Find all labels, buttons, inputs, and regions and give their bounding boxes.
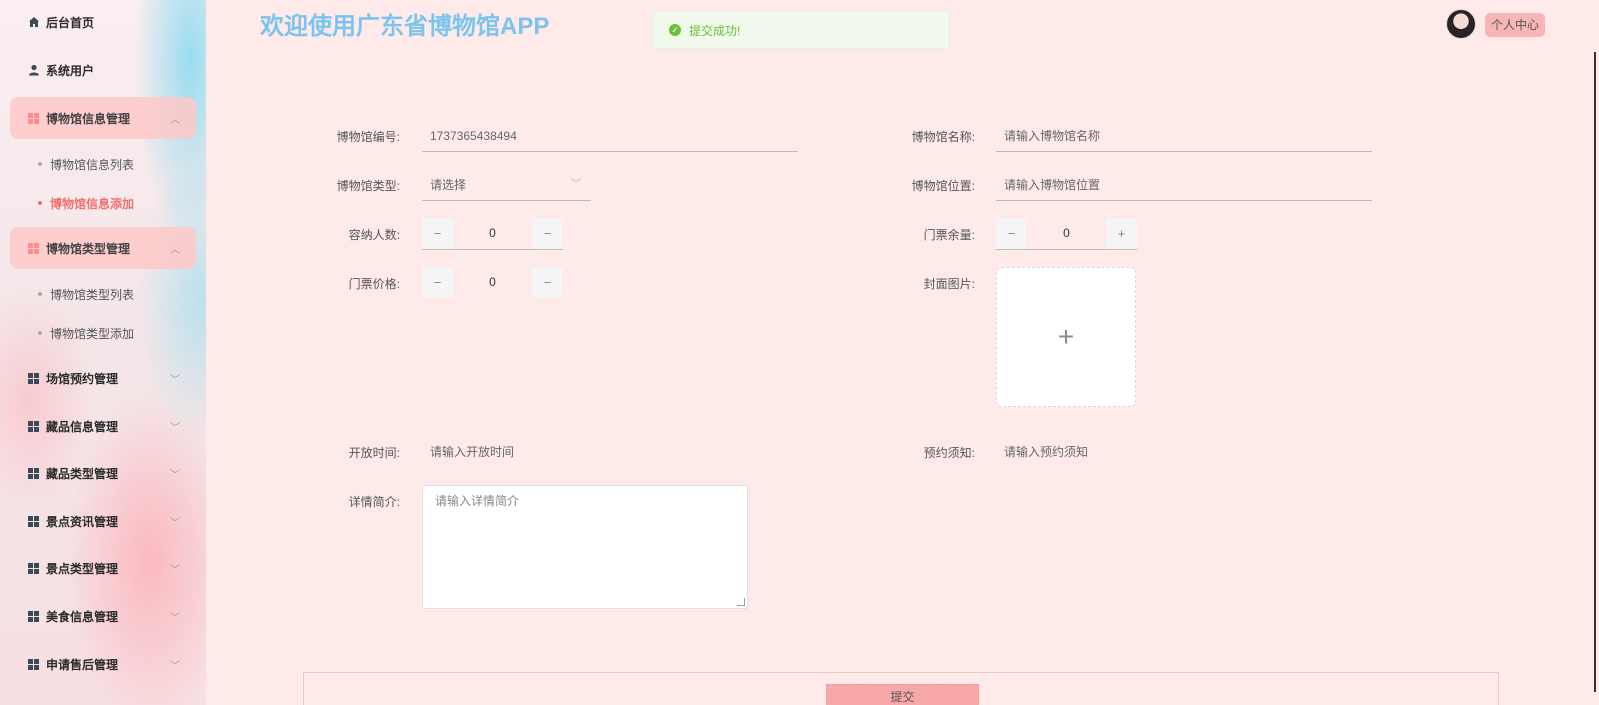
sidebar-item-label: 藏品类型管理 [46, 466, 119, 481]
sidebar-item-label: 景点资讯管理 [46, 514, 119, 529]
museum-location-input[interactable]: 请输入博物馆位置 [996, 169, 1372, 201]
increment-button[interactable]: + [1106, 218, 1137, 249]
grid-icon [28, 515, 39, 527]
ticket-price-stepper[interactable]: − 0 − [422, 267, 563, 299]
increment-button[interactable]: − [532, 267, 563, 298]
museum-location-label: 博物馆位置: [911, 179, 975, 193]
sidebar-subitem-label: 博物馆信息列表 [50, 157, 135, 172]
grid-icon [28, 242, 39, 254]
sidebar-item-collection-type[interactable]: 藏品类型管理 ﹀ [10, 453, 196, 493]
bullet-icon [38, 331, 42, 335]
sidebar-subitem-museum-info-add[interactable]: 博物馆信息添加 [38, 193, 134, 213]
submit-button[interactable]: 提交 [826, 684, 979, 705]
plus-icon: + [1057, 321, 1075, 352]
grid-icon [28, 372, 39, 384]
sidebar-subitem-museum-type-list[interactable]: 博物馆类型列表 [38, 284, 134, 304]
sidebar-item-label: 博物馆信息管理 [46, 111, 131, 126]
grid-icon [28, 610, 39, 622]
tickets-left-stepper[interactable]: − 0 + [996, 218, 1137, 250]
museum-type-label: 博物馆类型: [336, 179, 400, 193]
tickets-left-value[interactable]: 0 [1027, 218, 1106, 249]
sidebar-item-venue-booking[interactable]: 场馆预约管理 ﹀ [10, 358, 196, 398]
sidebar-item-system-users[interactable]: 系统用户 [10, 50, 196, 90]
decrement-button[interactable]: − [422, 218, 453, 249]
capacity-stepper[interactable]: − 0 − [422, 218, 563, 250]
open-time-input[interactable]: 请输入开放时间 [422, 436, 798, 468]
decrement-button[interactable]: − [996, 218, 1027, 249]
home-icon [29, 17, 39, 27]
sidebar-subitem-museum-info-list[interactable]: 博物馆信息列表 [38, 154, 134, 174]
sidebar-item-collection-info[interactable]: 藏品信息管理 ﹀ [10, 406, 196, 446]
sidebar-item-museum-info[interactable]: 博物馆信息管理 ︿ [10, 97, 196, 139]
sidebar: 后台首页 系统用户 博物馆信息管理 ︿ 博物馆信息列表 博物馆信息添加 博物馆类… [0, 0, 206, 705]
sidebar-subitem-label: 博物馆类型列表 [50, 287, 135, 302]
open-time-label: 开放时间: [348, 446, 400, 460]
bullet-icon [38, 292, 42, 296]
sidebar-item-food-info[interactable]: 美食信息管理 ﹀ [10, 596, 196, 636]
increment-button[interactable]: − [532, 218, 563, 249]
booking-notice-label: 预约须知: [923, 446, 975, 460]
capacity-label: 容纳人数: [348, 228, 400, 242]
resize-handle-icon[interactable] [737, 598, 745, 606]
sidebar-item-label: 景点类型管理 [46, 561, 119, 576]
museum-type-select[interactable]: 请选择 ﹀ [422, 169, 591, 201]
decrement-button[interactable]: − [422, 267, 453, 298]
success-toast: ✓ 提交成功! [652, 11, 950, 49]
grid-icon [28, 467, 39, 479]
museum-name-label: 博物馆名称: [911, 130, 975, 144]
grid-icon [28, 562, 39, 574]
sidebar-item-after-sales[interactable]: 申请售后管理 ﹀ [10, 644, 196, 684]
grid-icon [28, 112, 39, 124]
capacity-value[interactable]: 0 [453, 218, 532, 249]
user-center-button[interactable]: 个人中心 [1485, 13, 1546, 37]
bullet-icon [38, 162, 42, 166]
grid-icon [28, 420, 39, 432]
sidebar-item-label: 美食信息管理 [46, 609, 119, 624]
chevron-up-icon: ︿ [170, 114, 180, 126]
bullet-icon [38, 201, 42, 205]
ticket-price-label: 门票价格: [348, 277, 400, 291]
avatar[interactable] [1446, 9, 1476, 39]
sidebar-item-label: 后台首页 [46, 15, 95, 30]
sidebar-subitem-label: 博物馆信息添加 [50, 196, 135, 211]
chevron-down-icon: ﹀ [170, 374, 180, 386]
page-title: 欢迎使用广东省博物馆APP [260, 13, 550, 40]
sidebar-item-museum-type[interactable]: 博物馆类型管理 ︿ [10, 227, 196, 269]
sidebar-item-label: 场馆预约管理 [46, 371, 119, 386]
chevron-down-icon: ﹀ [170, 564, 180, 576]
detail-label: 详情简介: [348, 495, 400, 509]
museum-no-label: 博物馆编号: [336, 130, 400, 144]
chevron-down-icon: ﹀ [170, 517, 180, 529]
museum-type-select-value: 请选择 [430, 178, 467, 192]
detail-textarea[interactable]: 请输入详情简介 [422, 485, 748, 609]
chevron-down-icon: ﹀ [170, 612, 180, 624]
scrollbar[interactable] [1594, 52, 1596, 692]
chevron-up-icon: ︿ [170, 244, 180, 256]
sidebar-item-scenic-news[interactable]: 景点资讯管理 ﹀ [10, 501, 196, 541]
grid-icon [28, 658, 39, 670]
tickets-left-label: 门票余量: [923, 228, 975, 242]
sidebar-item-label: 博物馆类型管理 [46, 241, 131, 256]
toast-message: 提交成功! [689, 23, 741, 38]
chevron-down-icon: ﹀ [571, 179, 581, 190]
booking-notice-input[interactable]: 请输入预约须知 [996, 436, 1372, 468]
ticket-price-value[interactable]: 0 [453, 267, 532, 299]
sidebar-subitem-museum-type-add[interactable]: 博物馆类型添加 [38, 323, 134, 343]
sidebar-item-label: 申请售后管理 [46, 657, 119, 672]
user-icon [29, 64, 39, 76]
chevron-down-icon: ﹀ [170, 422, 180, 434]
chevron-down-icon: ﹀ [170, 660, 180, 672]
cover-upload[interactable]: + [996, 267, 1136, 407]
sidebar-item-home[interactable]: 后台首页 [10, 2, 196, 42]
sidebar-item-label: 系统用户 [46, 63, 95, 78]
check-circle-icon: ✓ [669, 24, 681, 36]
museum-no-input[interactable]: 1737365438494 [422, 120, 798, 152]
museum-name-input[interactable]: 请输入博物馆名称 [996, 120, 1372, 152]
sidebar-item-scenic-type[interactable]: 景点类型管理 ﹀ [10, 548, 196, 588]
sidebar-subitem-label: 博物馆类型添加 [50, 326, 135, 341]
chevron-down-icon: ﹀ [170, 469, 180, 481]
sidebar-item-label: 藏品信息管理 [46, 419, 119, 434]
detail-placeholder: 请输入详情简介 [435, 494, 520, 508]
cover-label: 封面图片: [923, 277, 975, 291]
